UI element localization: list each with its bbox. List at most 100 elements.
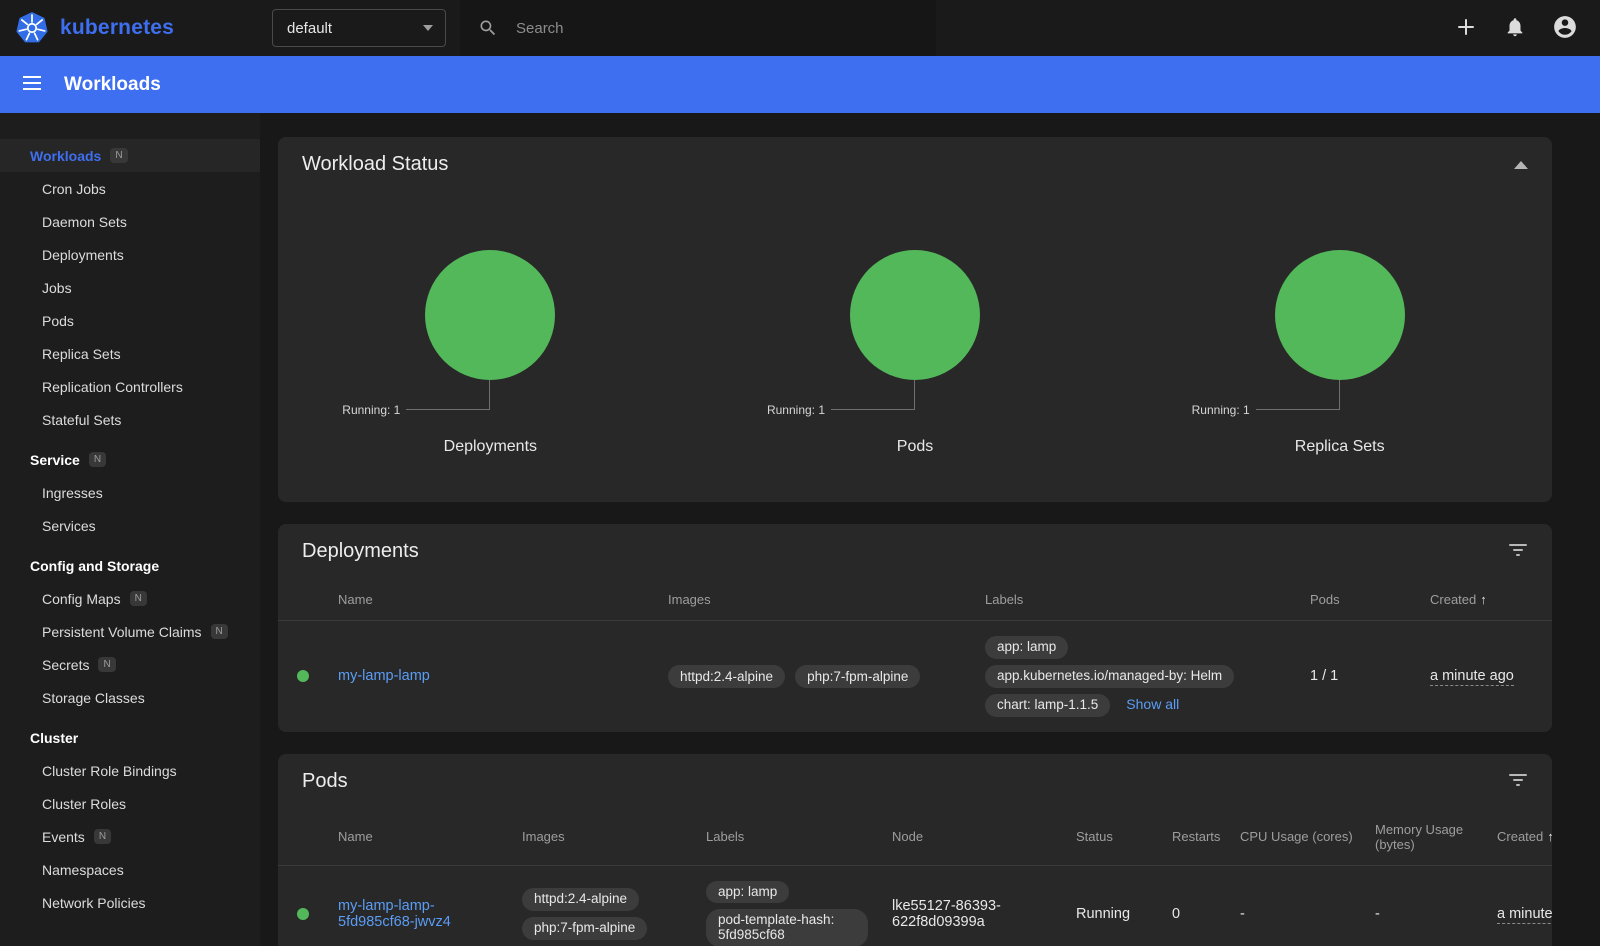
hamburger-menu-icon <box>20 71 44 95</box>
column-header-label: Created <box>1430 592 1476 607</box>
column-header-created[interactable]: Created↑ <box>1497 809 1552 866</box>
column-header-labels[interactable]: Labels <box>985 579 1310 621</box>
sidebar-item-label: Cluster Role Bindings <box>42 763 177 779</box>
column-header-memory[interactable]: Memory Usage (bytes) <box>1375 809 1497 866</box>
sidebar-item-cron-jobs[interactable]: Cron Jobs <box>0 172 260 205</box>
deployment-table-row[interactable]: my-lamp-lamp httpd:2.4-alpinephp:7-fpm-a… <box>278 621 1552 732</box>
card-title-pods: Pods <box>302 770 348 793</box>
label-chip: app: lamp <box>985 636 1068 659</box>
column-header-created[interactable]: Created↑ <box>1430 579 1552 621</box>
filter-button[interactable] <box>1508 540 1528 563</box>
label-chip: app.kubernetes.io/managed-by: Helm <box>985 665 1234 688</box>
namespace-selector[interactable]: default <box>272 9 446 47</box>
label-chip: chart: lamp-1.1.5 <box>985 694 1110 717</box>
sidebar-item-storage-classes[interactable]: Storage Classes <box>0 681 260 714</box>
sidebar-item-label: Cluster <box>30 730 78 746</box>
menu-button[interactable] <box>20 71 44 98</box>
created-timestamp: a minute ago <box>1497 906 1552 924</box>
column-header-pods[interactable]: Pods <box>1310 579 1430 621</box>
top-app-bar: kubernetes default <box>0 0 1600 56</box>
notifications-button[interactable] <box>1504 16 1526 41</box>
sidebar-item-persistent-volume-claims[interactable]: Persistent Volume Claims N <box>0 615 260 648</box>
column-header-images[interactable]: Images <box>668 579 985 621</box>
sidebar-item-label: Events <box>42 829 85 845</box>
search-icon <box>478 18 498 38</box>
sidebar-item-services[interactable]: Services <box>0 509 260 542</box>
workload-chart-replica-sets: Running: 1 Replica Sets <box>1127 192 1552 502</box>
column-header-restarts[interactable]: Restarts <box>1172 809 1240 866</box>
sidebar-item-cluster-role-bindings[interactable]: Cluster Role Bindings <box>0 754 260 787</box>
sidebar-item-service[interactable]: Service N <box>0 443 260 476</box>
sort-ascending-icon: ↑ <box>1547 829 1552 844</box>
image-chip: httpd:2.4-alpine <box>522 888 639 911</box>
deployments-card: Deployments Name Images Labels <box>278 524 1552 732</box>
column-header-cpu[interactable]: CPU Usage (cores) <box>1240 809 1375 866</box>
sidebar-item-network-policies[interactable]: Network Policies <box>0 886 260 919</box>
table-header-row: Name Images Labels Node Status Restarts … <box>278 809 1552 866</box>
sidebar-item-config-maps[interactable]: Config Maps N <box>0 582 260 615</box>
workload-chart-pods: Running: 1 Pods <box>703 192 1128 502</box>
card-title-deployments: Deployments <box>302 540 419 563</box>
label-chip: pod-template-hash: 5fd985cf68 <box>706 909 868 946</box>
account-button[interactable] <box>1552 14 1578 43</box>
kubernetes-brand[interactable]: kubernetes <box>0 10 258 46</box>
workload-status-charts: Running: 1 Deployments Running: 1 Pods R… <box>278 192 1552 502</box>
pod-name-link[interactable]: my-lamp-lamp-5fd985cf68-jwvz4 <box>338 898 451 930</box>
image-chip: php:7-fpm-alpine <box>795 665 920 688</box>
sidebar-item-label: Replica Sets <box>42 346 121 362</box>
search-input[interactable] <box>516 20 918 37</box>
pods-card: Pods Name Images Labels <box>278 754 1552 946</box>
chart-title: Replica Sets <box>1127 438 1552 456</box>
collapse-card-button[interactable] <box>1514 157 1528 172</box>
legend-connector <box>406 380 490 410</box>
sidebar-item-label: Jobs <box>42 280 72 296</box>
sidebar-item-pods[interactable]: Pods <box>0 304 260 337</box>
pie-chart-deployments[interactable] <box>425 250 555 380</box>
sidebar-item-label: Deployments <box>42 247 124 263</box>
show-all-labels-link[interactable]: Show all <box>1126 696 1179 712</box>
column-header-images[interactable]: Images <box>522 809 706 866</box>
sidebar-item-ingresses[interactable]: Ingresses <box>0 476 260 509</box>
namespaced-badge: N <box>130 591 147 606</box>
pie-chart-pods[interactable] <box>850 250 980 380</box>
column-header-labels[interactable]: Labels <box>706 809 892 866</box>
image-chip: php:7-fpm-alpine <box>522 917 647 940</box>
sidebar-item-label: Ingresses <box>42 485 103 501</box>
deployment-name-link[interactable]: my-lamp-lamp <box>338 668 430 684</box>
sidebar-item-replica-sets[interactable]: Replica Sets <box>0 337 260 370</box>
sidebar-item-label: Daemon Sets <box>42 214 127 230</box>
sidebar-item-deployments[interactable]: Deployments <box>0 238 260 271</box>
pie-chart-replica-sets[interactable] <box>1275 250 1405 380</box>
column-header-name[interactable]: Name <box>338 579 668 621</box>
sidebar-item-config-and-storage[interactable]: Config and Storage <box>0 549 260 582</box>
sidebar-item-events[interactable]: Events N <box>0 820 260 853</box>
sidebar-item-cluster[interactable]: Cluster <box>0 721 260 754</box>
legend-connector <box>1256 380 1340 410</box>
sidebar-item-label: Namespaces <box>42 862 124 878</box>
namespace-value: default <box>287 20 332 37</box>
sidebar-item-secrets[interactable]: Secrets N <box>0 648 260 681</box>
create-resource-button[interactable] <box>1454 15 1478 42</box>
pod-status: Running <box>1076 865 1172 946</box>
sidebar-item-cluster-roles[interactable]: Cluster Roles <box>0 787 260 820</box>
sidebar-item-namespaces[interactable]: Namespaces <box>0 853 260 886</box>
column-header-status[interactable]: Status <box>1076 809 1172 866</box>
sidebar-item-daemon-sets[interactable]: Daemon Sets <box>0 205 260 238</box>
sidebar-item-workloads[interactable]: Workloads N <box>0 139 260 172</box>
status-running-icon <box>297 670 309 682</box>
filter-button[interactable] <box>1508 770 1528 793</box>
namespaced-badge: N <box>89 452 106 467</box>
sidebar-item-jobs[interactable]: Jobs <box>0 271 260 304</box>
filter-icon <box>1508 770 1528 790</box>
search-bar[interactable] <box>460 0 936 56</box>
pod-table-row[interactable]: my-lamp-lamp-5fd985cf68-jwvz4 httpd:2.4-… <box>278 865 1552 946</box>
column-header-node[interactable]: Node <box>892 809 1076 866</box>
sidebar-item-stateful-sets[interactable]: Stateful Sets <box>0 403 260 436</box>
legend-label: Running: 1 <box>1192 403 1250 417</box>
namespaced-badge: N <box>110 148 127 163</box>
sidebar-item-label: Workloads <box>30 148 101 164</box>
legend-label: Running: 1 <box>767 403 825 417</box>
column-header-name[interactable]: Name <box>338 809 522 866</box>
sidebar-item-replication-controllers[interactable]: Replication Controllers <box>0 370 260 403</box>
namespaced-badge: N <box>98 657 115 672</box>
